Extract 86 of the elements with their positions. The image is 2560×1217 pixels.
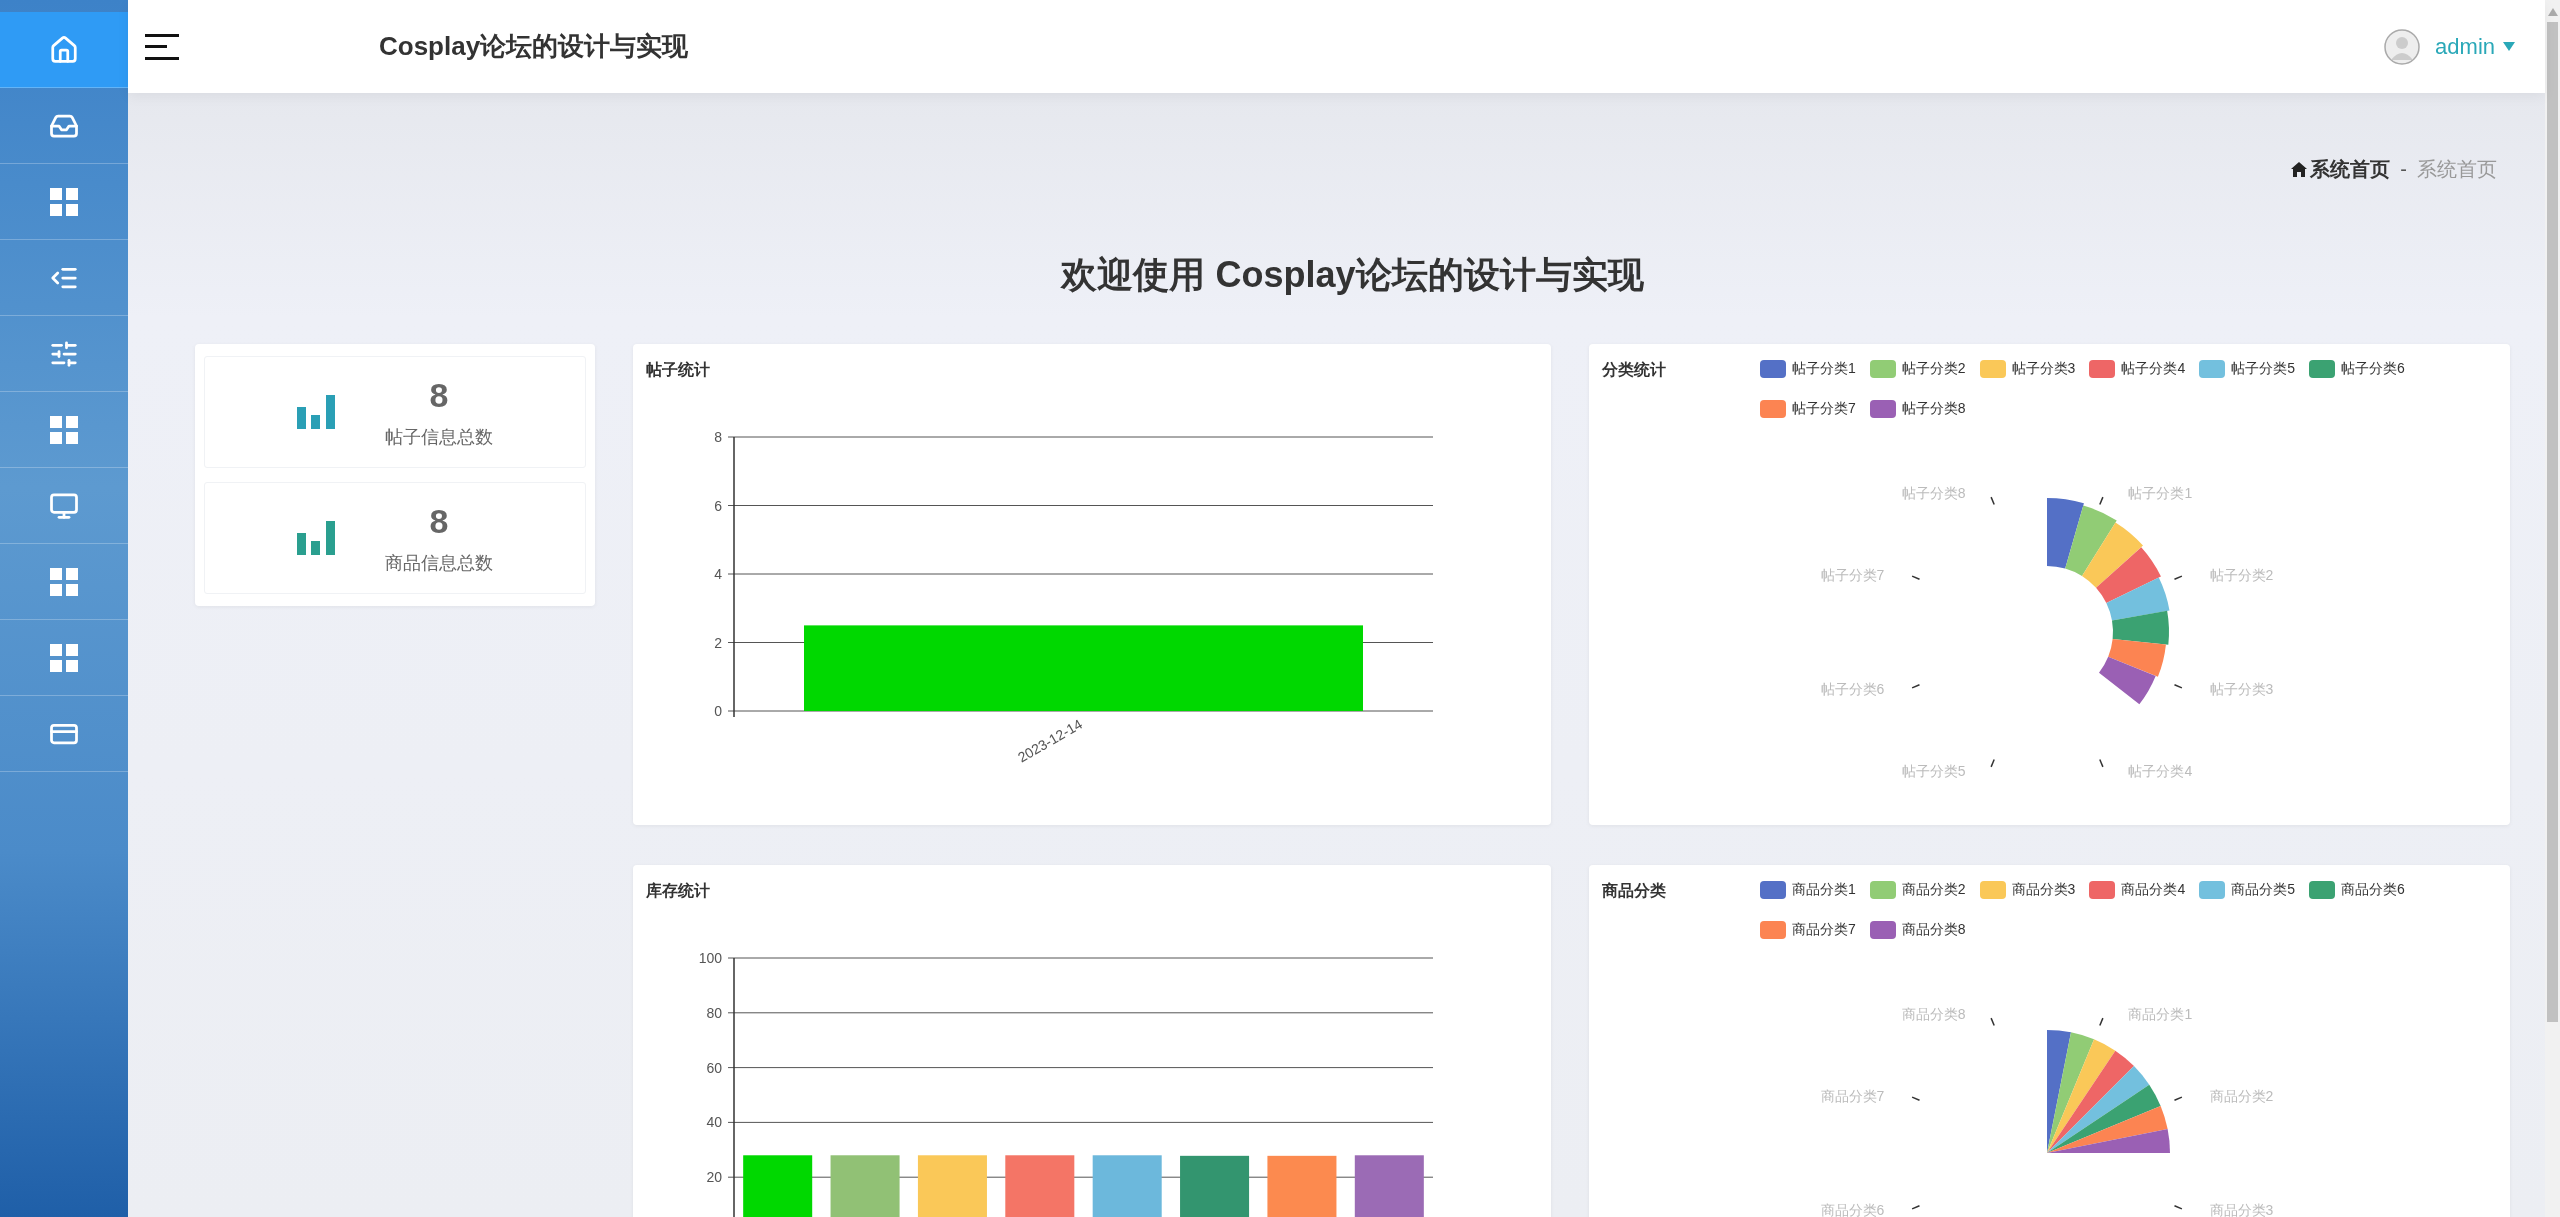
slice-label: 帖子分类5 — [1901, 762, 1966, 779]
legend-item[interactable]: 商品分类8 — [1869, 921, 1966, 939]
axis-tick-label: 2 — [714, 634, 722, 651]
slice-label: 帖子分类2 — [2209, 566, 2274, 583]
pie-slice — [2096, 547, 2161, 604]
slice-label: 商品分类3 — [2209, 1202, 2274, 1217]
slice-label: 商品分类1 — [2128, 1006, 2193, 1023]
pie-slice — [2108, 638, 2166, 677]
menu-icon[interactable] — [145, 32, 179, 61]
pie-slice — [2112, 610, 2169, 645]
app-title: Cosplay论坛的设计与实现 — [379, 30, 690, 63]
card-title: 分类统计 — [1602, 360, 1666, 380]
bar-chart-icon — [297, 395, 335, 429]
legend-item[interactable]: 帖子分类2 — [1869, 360, 1966, 378]
slice-label: 商品分类7 — [1820, 1087, 1885, 1104]
leader-line — [2173, 684, 2183, 689]
slice-label: 帖子分类8 — [1901, 485, 1966, 502]
legend-item[interactable]: 商品分类1 — [1760, 881, 1856, 899]
avatar-icon — [2383, 27, 2422, 66]
leader-line — [1911, 684, 1921, 689]
legend-item[interactable]: 帖子分类7 — [1760, 400, 1856, 418]
leader-line — [1911, 1096, 1921, 1101]
axis-tick-label: 60 — [706, 1059, 722, 1076]
legend-item[interactable]: 帖子分类3 — [1979, 360, 2076, 378]
grid-icon — [49, 186, 79, 217]
grid-icon — [49, 414, 79, 445]
leader-line — [2099, 496, 2104, 506]
legend-item[interactable]: 商品分类6 — [2309, 881, 2405, 899]
legend-item[interactable]: 帖子分类1 — [1760, 360, 1856, 378]
legend-item[interactable]: 商品分类3 — [1979, 881, 2076, 899]
card-title: 帖子统计 — [646, 361, 710, 378]
legend-item[interactable]: 商品分类7 — [1760, 921, 1856, 939]
stat-label: 商品信息总数 — [385, 551, 493, 575]
pie-slice — [2099, 656, 2156, 705]
slice-label: 帖子分类7 — [1820, 566, 1885, 583]
card-title: 商品分类 — [1602, 881, 1666, 901]
scroll-up-icon — [2547, 8, 2558, 16]
legend-item[interactable]: 商品分类4 — [2089, 881, 2186, 899]
leader-line — [1990, 758, 1995, 768]
home-icon — [49, 34, 79, 65]
leader-line — [1990, 1017, 1995, 1027]
legend-item[interactable]: 商品分类5 — [2199, 881, 2295, 899]
leader-line — [2173, 1205, 2183, 1210]
axis-tick-label: 8 — [714, 429, 722, 445]
leader-line — [2173, 1096, 2183, 1101]
grid-icon — [49, 566, 79, 597]
leader-line — [2099, 758, 2104, 768]
leader-line — [1990, 496, 1995, 506]
bar-chart-icon — [297, 521, 335, 555]
sliders-icon — [49, 338, 79, 369]
home-icon — [2291, 162, 2308, 177]
axis-tick-label: 20 — [706, 1169, 722, 1186]
slice-label: 商品分类6 — [1820, 1202, 1885, 1217]
monitor-icon — [49, 490, 79, 521]
breadcrumb-link[interactable]: 系统首页 — [2291, 156, 2391, 183]
welcome-heading: 欢迎使用 Cosplay论坛的设计与实现 — [1059, 253, 1645, 297]
slice-label: 帖子分类4 — [2128, 762, 2193, 779]
stat-label: 帖子信息总数 — [385, 425, 493, 449]
legend-item[interactable]: 帖子分类6 — [2309, 360, 2405, 378]
caret-icon — [2503, 42, 2515, 51]
legend-item[interactable]: 帖子分类5 — [2199, 360, 2295, 378]
legend-item[interactable]: 帖子分类8 — [1869, 400, 1966, 418]
grid-icon — [49, 642, 79, 673]
leader-line — [2173, 575, 2183, 580]
axis-tick-label: 4 — [714, 566, 722, 582]
axis-tick-label: 40 — [706, 1114, 722, 1131]
stat-value: 8 — [429, 501, 449, 541]
slice-label: 商品分类8 — [1901, 1006, 1966, 1023]
legend-item[interactable]: 帖子分类4 — [2089, 360, 2186, 378]
slice-label: 帖子分类6 — [1820, 681, 1885, 698]
card-title: 库存统计 — [646, 882, 710, 899]
leader-line — [1911, 575, 1921, 580]
stat-value: 8 — [429, 375, 449, 415]
slice-label: 商品分类2 — [2209, 1087, 2274, 1104]
sidebar-item[interactable] — [0, 12, 128, 88]
breadcrumb-separator: - — [2400, 158, 2407, 181]
leader-line — [1911, 1205, 1921, 1210]
axis-tick-label: 0 — [714, 703, 722, 719]
axis-tick-label: 80 — [706, 1004, 722, 1021]
axis-tick-label: 6 — [714, 497, 722, 514]
leader-line — [2099, 1017, 2104, 1027]
axis-tick-label: 100 — [698, 950, 722, 966]
legend-item[interactable]: 商品分类2 — [1869, 881, 1966, 899]
slice-label: 帖子分类3 — [2209, 681, 2274, 698]
slice-label: 帖子分类1 — [2128, 485, 2193, 502]
breadcrumb-current: 系统首页 — [2417, 157, 2497, 182]
